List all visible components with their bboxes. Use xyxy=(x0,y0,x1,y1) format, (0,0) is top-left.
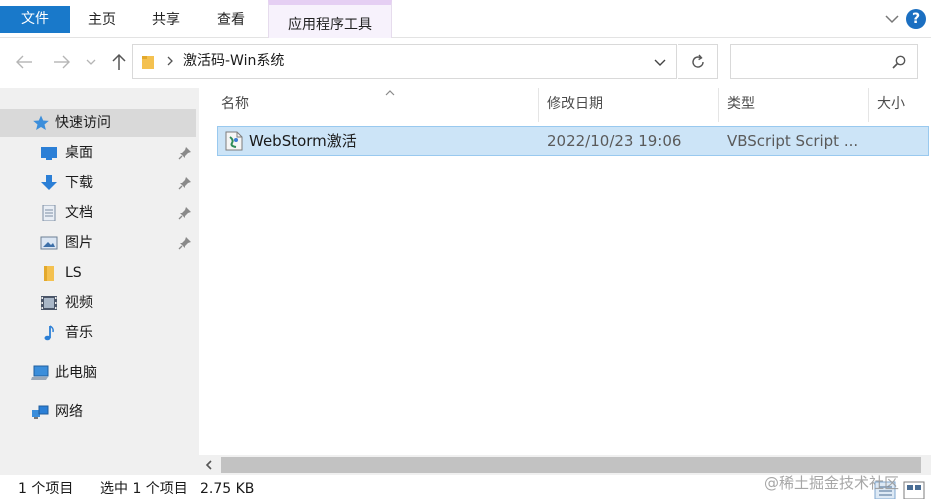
tab-view[interactable]: 查看 xyxy=(215,6,247,34)
navigation-pane: 快速访问 桌面 下载 文档 图片 LS 视频 音乐 此电脑 网络 xyxy=(0,88,199,478)
tab-application-tools[interactable]: 应用程序工具 xyxy=(268,0,392,38)
video-icon xyxy=(41,296,57,310)
address-bar[interactable]: 激活码-Win系统 xyxy=(132,44,677,79)
nav-label: 音乐 xyxy=(65,325,93,341)
tab-file[interactable]: 文件 xyxy=(0,6,70,33)
search-input[interactable] xyxy=(737,49,887,74)
folder-icon xyxy=(142,56,154,69)
help-button[interactable]: ? xyxy=(906,9,926,29)
desktop-icon xyxy=(41,147,57,160)
sidebar-item-ls[interactable]: LS xyxy=(0,259,196,287)
file-explorer-window: 文件 主页 共享 查看 应用程序工具 ? 激活码-Win系统 快速访问 桌面 下… xyxy=(0,0,931,499)
refresh-icon xyxy=(692,54,704,68)
forward-arrow-icon[interactable] xyxy=(51,52,73,72)
column-header-size[interactable]: 大小 xyxy=(869,88,931,122)
nav-item-quick-access[interactable]: 快速访问 xyxy=(0,109,196,137)
up-arrow-icon[interactable] xyxy=(108,52,130,72)
sidebar-item-network[interactable]: 网络 xyxy=(0,398,196,426)
nav-label: 视频 xyxy=(65,295,93,311)
tab-share[interactable]: 共享 xyxy=(150,6,182,34)
folder-icon xyxy=(44,266,54,281)
file-name: WebStorm激活 xyxy=(249,132,357,150)
sidebar-item-videos[interactable]: 视频 xyxy=(0,289,196,317)
column-date-label: 修改日期 xyxy=(547,96,603,112)
breadcrumb-separator-icon[interactable] xyxy=(165,53,175,69)
search-icon[interactable] xyxy=(891,54,907,70)
nav-label: 快速访问 xyxy=(55,115,111,131)
scroll-left-arrow-icon[interactable] xyxy=(203,459,215,471)
vbscript-file-icon xyxy=(225,131,243,151)
recent-locations-chevron-icon[interactable] xyxy=(84,52,98,72)
nav-label: LS xyxy=(65,265,82,281)
nav-label: 此电脑 xyxy=(55,365,97,381)
pin-icon[interactable] xyxy=(178,146,192,160)
sidebar-item-downloads[interactable]: 下载 xyxy=(0,169,196,197)
document-icon xyxy=(42,205,56,221)
table-row[interactable]: WebStorm激活 2022/10/23 19:06 VBScript Scr… xyxy=(217,126,929,156)
search-box[interactable] xyxy=(730,44,918,79)
file-date: 2022/10/23 19:06 xyxy=(547,132,682,150)
nav-label: 文档 xyxy=(65,205,93,221)
selection-size: 2.75 KB xyxy=(200,481,255,497)
selection-count: 选中 1 个项目 xyxy=(100,481,188,497)
column-header-date[interactable]: 修改日期 xyxy=(539,88,719,122)
pin-icon[interactable] xyxy=(178,236,192,250)
column-header-name[interactable]: 名称 xyxy=(213,88,539,122)
pictures-icon xyxy=(40,236,58,250)
this-pc-icon xyxy=(31,365,49,380)
sidebar-item-music[interactable]: 音乐 xyxy=(0,319,196,347)
ribbon-tabs: 文件 主页 共享 查看 应用程序工具 ? xyxy=(0,0,931,38)
star-icon xyxy=(33,115,49,130)
sidebar-item-desktop[interactable]: 桌面 xyxy=(0,139,196,167)
music-icon xyxy=(44,325,54,341)
sort-ascending-icon xyxy=(385,90,395,96)
column-name-label: 名称 xyxy=(221,96,249,112)
column-type-label: 类型 xyxy=(727,96,755,112)
nav-label: 桌面 xyxy=(65,145,93,161)
download-icon xyxy=(41,175,57,190)
column-header-type[interactable]: 类型 xyxy=(719,88,869,122)
tab-home[interactable]: 主页 xyxy=(86,6,118,34)
file-type: VBScript Script ... xyxy=(727,132,859,150)
column-size-label: 大小 xyxy=(877,96,905,112)
refresh-button[interactable] xyxy=(678,44,718,79)
nav-label: 下载 xyxy=(65,175,93,191)
column-header-row: 名称 修改日期 类型 大小 xyxy=(199,88,931,122)
item-count: 1 个项目 xyxy=(18,481,74,497)
address-path[interactable]: 激活码-Win系统 xyxy=(183,45,284,78)
ribbon-expand-chevron-icon[interactable] xyxy=(883,10,901,28)
address-dropdown-chevron-icon[interactable] xyxy=(652,54,668,70)
nav-label: 图片 xyxy=(65,235,93,251)
sidebar-item-pictures[interactable]: 图片 xyxy=(0,229,196,257)
nav-label: 网络 xyxy=(55,404,83,420)
network-icon xyxy=(32,405,49,419)
sidebar-item-this-pc[interactable]: 此电脑 xyxy=(0,359,196,387)
back-arrow-icon[interactable] xyxy=(13,52,35,72)
watermark-text: @稀土掘金技术社区 xyxy=(764,474,900,492)
address-toolbar: 激活码-Win系统 xyxy=(0,38,931,88)
file-list-pane: 名称 修改日期 类型 大小 WebStorm激活 2022/10/23 19:0… xyxy=(199,88,931,499)
pin-icon[interactable] xyxy=(178,206,192,220)
sidebar-item-documents[interactable]: 文档 xyxy=(0,199,196,227)
pin-icon[interactable] xyxy=(178,176,192,190)
